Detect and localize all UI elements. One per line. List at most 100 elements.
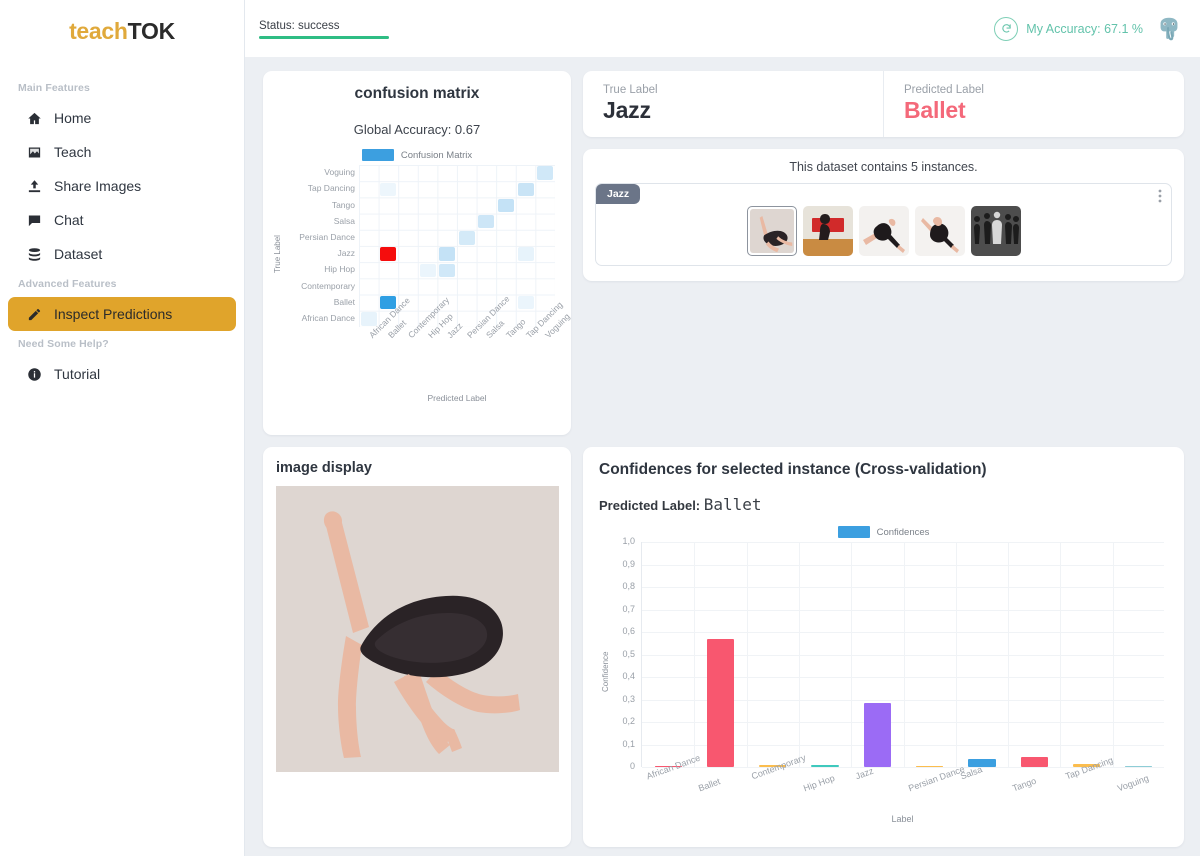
dancer-backbend-image (749, 209, 794, 253)
confidence-bar[interactable] (1125, 765, 1153, 767)
predicted-label-caption: Predicted Label (904, 84, 984, 96)
confidences-ytick: 0,8 (622, 581, 635, 591)
displayed-image (276, 486, 559, 772)
confusion-matrix-legend: Confusion Matrix (271, 149, 563, 161)
confidences-xtick: Voguing (1115, 772, 1150, 794)
gridline (955, 542, 957, 767)
instances-card: This dataset contains 5 instances. Jazz (583, 149, 1184, 281)
instance-thumbnail[interactable] (802, 206, 853, 256)
confusion-matrix-cell[interactable] (380, 182, 397, 196)
gridline (1060, 542, 1062, 767)
sidebar-item-chat[interactable]: Chat (8, 203, 236, 237)
confidences-ytick: 0,5 (622, 648, 635, 659)
sidebar-item-label: Chat (54, 212, 84, 228)
sidebar-section-main: Main Features (18, 82, 90, 94)
confusion-matrix-ytick: Voguing (324, 167, 355, 178)
instances-group-badge: Jazz (596, 184, 641, 204)
confidences-ytick: 0 (629, 761, 635, 771)
sidebar-item-label: Inspect Predictions (54, 306, 173, 322)
sidebar-item-tutorial[interactable]: Tutorial (8, 357, 236, 391)
confusion-matrix-cell[interactable] (360, 312, 377, 326)
chat-icon (26, 213, 43, 228)
app-root: teachTOK Main Features Home Teach Share … (0, 0, 1200, 856)
confusion-matrix-cell[interactable] (380, 247, 397, 261)
confidence-bar[interactable] (863, 702, 891, 767)
confusion-matrix-cell[interactable] (419, 263, 436, 277)
gridline (1008, 542, 1010, 767)
confusion-matrix-cell[interactable] (537, 166, 554, 180)
gridline (851, 542, 853, 767)
app-logo: teachTOK (0, 18, 244, 45)
confidences-xtick: Jazz (854, 765, 876, 782)
confusion-matrix-cell[interactable] (439, 247, 456, 261)
sidebar-item-inspect-predictions[interactable]: Inspect Predictions (8, 297, 236, 331)
sidebar-item-home[interactable]: Home (8, 101, 236, 135)
sidebar-item-label: Home (54, 110, 92, 126)
gridline (1112, 542, 1114, 767)
confidences-xtick: Hip Hop (802, 772, 837, 794)
confusion-matrix-cell[interactable] (458, 231, 475, 245)
confidence-bar[interactable] (968, 758, 996, 767)
sidebar-section-advanced: Advanced Features (18, 278, 117, 290)
instance-thumbnail[interactable] (746, 206, 797, 256)
confidences-xtick-group: African Dance Ballet Contemporary Hip Hop Ja… (641, 752, 1164, 806)
confusion-matrix-cell[interactable] (517, 296, 534, 310)
confidence-bar[interactable] (1020, 756, 1048, 767)
confidences-bars (641, 542, 1164, 768)
instance-thumbnail[interactable] (970, 206, 1021, 256)
confidence-bar[interactable] (811, 764, 839, 767)
status-text: Status: success (259, 20, 340, 32)
confusion-matrix-title: confusion matrix (354, 85, 480, 102)
info-icon (26, 367, 43, 382)
confusion-matrix-ytick: Tap Dancing (307, 183, 355, 194)
sidebar-item-teach[interactable]: Teach (8, 135, 236, 169)
confidence-bar[interactable] (706, 638, 735, 767)
dancer-leap-1-image (858, 206, 909, 256)
sidebar: teachTOK Main Features Home Teach Share … (0, 0, 245, 856)
confidences-xtick: Tango (1011, 775, 1038, 794)
confidences-ytick: 0,3 (622, 693, 635, 704)
top-bar: Status: success My Accuracy: 67.1 % (245, 0, 1200, 57)
confidences-predicted-value: Ballet (703, 495, 762, 514)
confidence-bar[interactable] (916, 765, 944, 767)
confidences-ytick: 0,6 (622, 626, 635, 636)
instance-thumbnail[interactable] (914, 206, 965, 256)
confusion-matrix-ytick-group: Voguing Tap Dancing Tango Salsa Persian Danc… (271, 165, 355, 327)
confusion-matrix-cell[interactable] (517, 182, 534, 196)
confusion-matrix-cell[interactable] (517, 247, 534, 261)
confusion-matrix-grid (359, 165, 555, 327)
row-top-right-column: True Label Jazz Predicted Label Ballet T… (583, 71, 1184, 281)
refresh-icon[interactable] (994, 16, 1019, 41)
confidences-predicted-prefix: Predicted Label: (599, 498, 701, 513)
confidences-xlabel: Label (891, 814, 914, 824)
confusion-matrix-cell[interactable] (497, 198, 515, 213)
pencil-icon (26, 307, 43, 322)
status-progress-fill (259, 36, 389, 39)
confusion-matrix-ytick: Contemporary (301, 280, 355, 291)
sidebar-item-share-images[interactable]: Share Images (8, 169, 236, 203)
gridline (694, 542, 696, 767)
accuracy-chip[interactable]: My Accuracy: 67.1 % (994, 16, 1143, 41)
sidebar-section-help: Need Some Help? (18, 338, 109, 350)
more-vertical-icon[interactable] (1158, 189, 1162, 204)
sidebar-item-label: Teach (54, 144, 92, 160)
confusion-matrix-ytick: Salsa (333, 215, 355, 226)
instances-count-text: This dataset contains 5 instances. (789, 160, 978, 174)
legend-label: Confusion Matrix (400, 149, 473, 161)
labels-card: True Label Jazz Predicted Label Ballet (583, 71, 1184, 137)
confusion-matrix-cell[interactable] (439, 263, 456, 277)
confusion-matrix-ytick: African Dance (301, 312, 355, 323)
confusion-matrix-card: confusion matrix Global Accuracy: 0.67 C… (263, 71, 572, 435)
dancer-leap-2-image (914, 206, 965, 256)
legend-label: Confidences (876, 526, 930, 538)
image-icon (26, 145, 43, 160)
upload-icon (26, 179, 43, 194)
content-area: confusion matrix Global Accuracy: 0.67 C… (245, 57, 1200, 847)
brand-part-1: teach (69, 18, 128, 44)
instance-thumbnail[interactable] (858, 206, 909, 256)
instances-group-box: Jazz (595, 183, 1172, 266)
confusion-matrix-xlabel: Predicted Label (427, 393, 487, 403)
confusion-matrix-cell[interactable] (478, 215, 495, 229)
main-area: Status: success My Accuracy: 67.1 % conf… (245, 0, 1200, 856)
sidebar-item-dataset[interactable]: Dataset (8, 237, 236, 271)
